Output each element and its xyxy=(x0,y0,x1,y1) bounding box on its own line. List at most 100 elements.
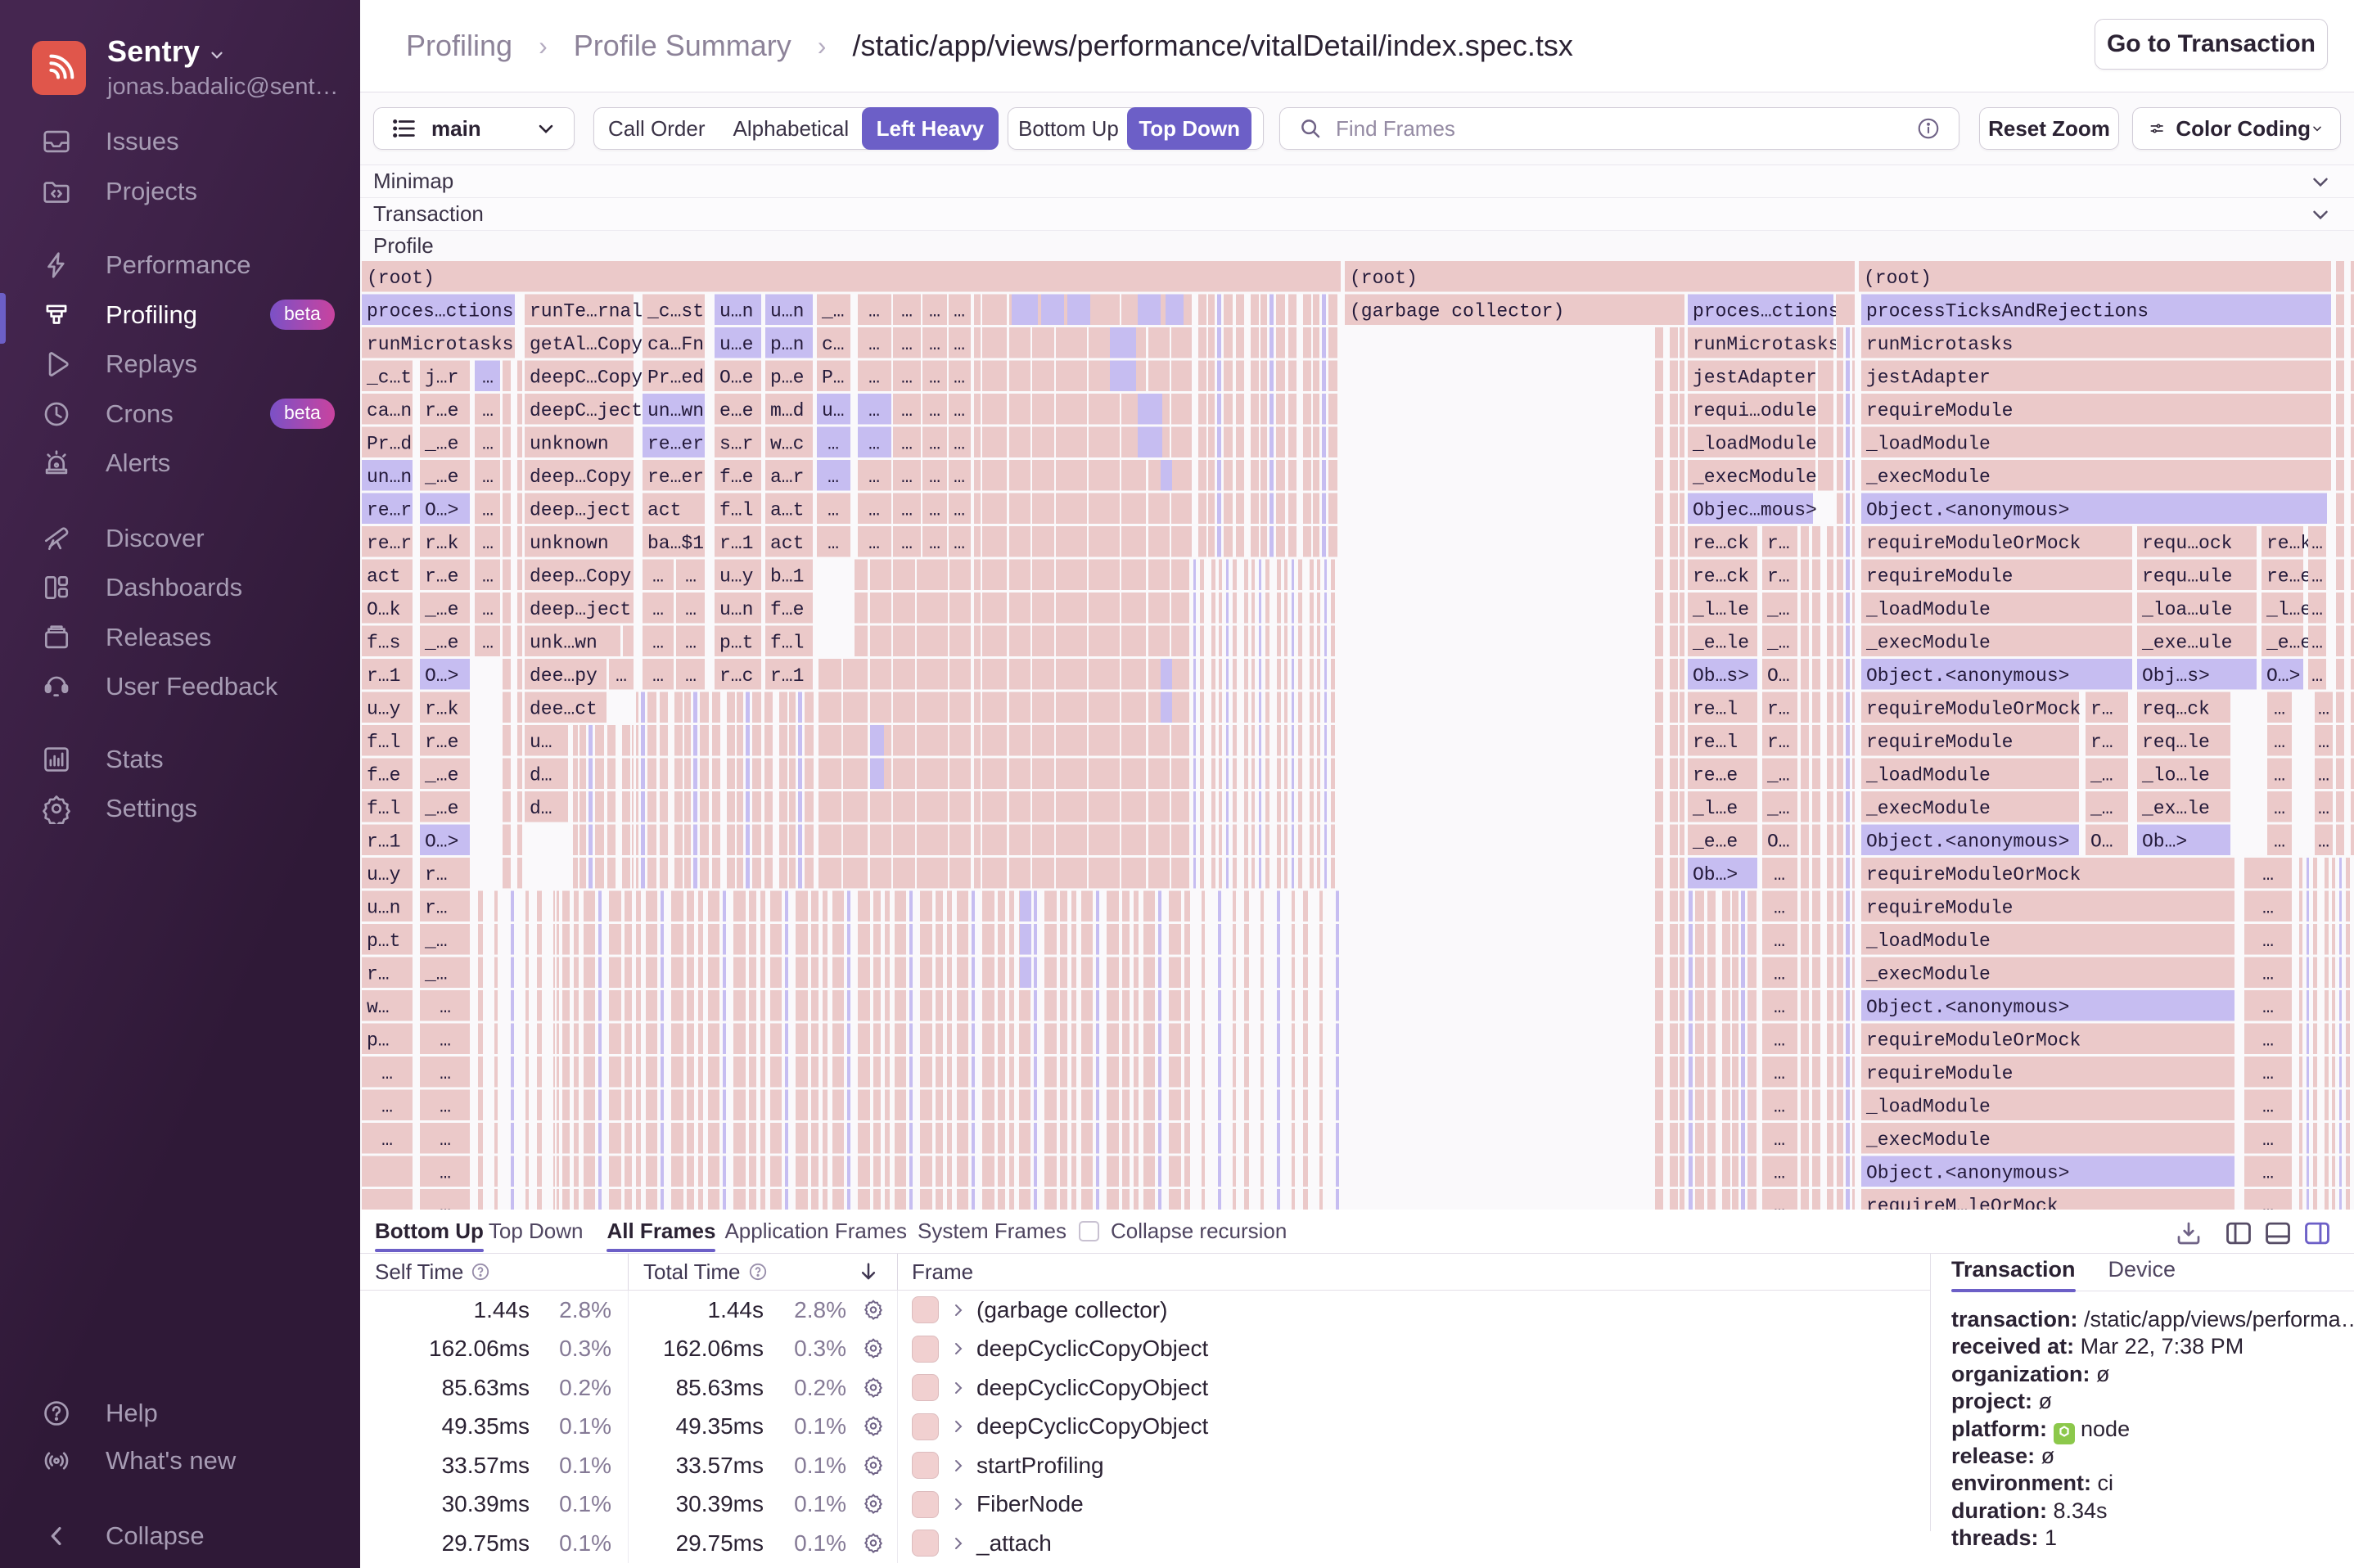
svg-text:re…ck: re…ck xyxy=(1693,533,1749,554)
svg-text:…: … xyxy=(954,334,965,355)
svg-text:_…e: _…e xyxy=(424,633,458,654)
svg-text:…: … xyxy=(2262,964,2274,985)
svg-text:deepC…Copy: deepC…Copy xyxy=(530,367,643,389)
svg-text:…: … xyxy=(1774,997,1785,1018)
svg-text:requireModule: requireModule xyxy=(1866,898,2013,919)
svg-text:re…r: re…r xyxy=(367,500,412,521)
svg-text:u…n: u…n xyxy=(719,301,753,322)
svg-text:…: … xyxy=(685,599,697,620)
svg-text:r…1: r…1 xyxy=(770,665,804,687)
svg-text:O…e: O…e xyxy=(719,367,753,389)
svg-text:(root): (root) xyxy=(1864,268,1932,289)
svg-text:…: … xyxy=(1774,864,1785,885)
svg-text:…: … xyxy=(954,301,965,322)
svg-text:…: … xyxy=(2318,732,2329,753)
svg-text:…: … xyxy=(2311,566,2323,588)
svg-text:ba…$1: ba…$1 xyxy=(647,533,704,554)
svg-text:…: … xyxy=(929,434,940,455)
svg-text:Objec…mous>: Objec…mous> xyxy=(1693,500,1817,521)
svg-text:ca…Fn: ca…Fn xyxy=(647,334,704,355)
svg-text:_…: _… xyxy=(424,964,448,985)
svg-text:r…c: r…c xyxy=(719,665,753,687)
svg-text:…: … xyxy=(868,400,880,421)
svg-text:_execModule: _execModule xyxy=(1865,466,1991,488)
svg-text:…: … xyxy=(1774,930,1785,952)
svg-text:_…: _… xyxy=(2090,765,2113,786)
svg-text:j…r: j…r xyxy=(425,367,458,389)
svg-text:_loadModule: _loadModule xyxy=(1865,434,1991,455)
svg-text:jestAdapter: jestAdapter xyxy=(1866,367,1991,389)
svg-text:…: … xyxy=(828,466,839,488)
svg-text:re…r: re…r xyxy=(367,533,412,554)
svg-text:_…: _… xyxy=(424,930,448,952)
svg-text:…: … xyxy=(868,301,880,322)
svg-text:runMicrotasks: runMicrotasks xyxy=(1693,334,1839,355)
svg-text:…: … xyxy=(685,633,697,654)
svg-text:Object.<anonymous>: Object.<anonymous> xyxy=(1866,665,2069,687)
svg-text:…: … xyxy=(482,633,494,654)
svg-text:…: … xyxy=(440,1030,451,1052)
svg-text:…: … xyxy=(929,334,940,355)
svg-text:r…k: r…k xyxy=(425,699,458,720)
svg-text:r…: r… xyxy=(425,898,448,919)
svg-text:deep…ject: deep…ject xyxy=(530,500,631,521)
svg-text:_loadModule: _loadModule xyxy=(1865,599,1991,620)
svg-text:requireM…leOrMock: requireM…leOrMock xyxy=(1866,1196,2059,1210)
svg-text:…: … xyxy=(901,500,913,521)
svg-text:d…: d… xyxy=(530,765,552,786)
svg-text:_…: _… xyxy=(2090,798,2113,819)
svg-text:requireModule: requireModule xyxy=(1866,400,2013,421)
svg-text:requireModuleOrMock: requireModuleOrMock xyxy=(1866,1030,2081,1052)
svg-text:…: … xyxy=(482,566,494,588)
svg-text:…: … xyxy=(954,500,965,521)
svg-text:f…e: f…e xyxy=(367,765,400,786)
svg-text:…: … xyxy=(901,334,913,355)
svg-text:r…e: r…e xyxy=(425,732,458,753)
svg-text:…: … xyxy=(2262,1063,2274,1084)
svg-text:…: … xyxy=(2262,1030,2274,1052)
svg-text:requ…ule: requ…ule xyxy=(2142,566,2232,588)
svg-text:…: … xyxy=(2262,1196,2274,1210)
svg-text:_…: _… xyxy=(1766,765,1790,786)
svg-text:…: … xyxy=(440,997,451,1018)
svg-text:…: … xyxy=(954,466,965,488)
svg-text:Ob…>: Ob…> xyxy=(2142,831,2187,853)
svg-text:…: … xyxy=(954,533,965,554)
svg-text:p…: p… xyxy=(367,1030,390,1052)
svg-text:…: … xyxy=(440,1129,451,1151)
svg-text:u…y: u…y xyxy=(367,864,401,885)
svg-text:…: … xyxy=(652,599,664,620)
svg-text:Pr…d: Pr…d xyxy=(367,434,412,455)
svg-text:_loadModule: _loadModule xyxy=(1865,765,1991,786)
svg-text:Object.<anonymous>: Object.<anonymous> xyxy=(1866,1163,2069,1184)
svg-text:act: act xyxy=(367,566,400,588)
svg-text:…: … xyxy=(901,301,913,322)
svg-text:p…n: p…n xyxy=(770,334,804,355)
svg-text:…: … xyxy=(868,434,880,455)
svg-text:d…: d… xyxy=(530,798,552,819)
svg-text:_loa…ule: _loa…ule xyxy=(2141,599,2232,620)
svg-text:Ob…s>: Ob…s> xyxy=(1693,665,1749,687)
svg-text:s…r: s…r xyxy=(719,434,753,455)
svg-text:re…er: re…er xyxy=(647,434,704,455)
svg-text:_loadModule: _loadModule xyxy=(1865,1097,1991,1118)
svg-text:…: … xyxy=(868,500,880,521)
svg-text:…: … xyxy=(1774,1196,1785,1210)
svg-text:u…n: u…n xyxy=(719,599,753,620)
svg-text:processTicksAndRejections: processTicksAndRejections xyxy=(1866,301,2149,322)
svg-text:un…n: un…n xyxy=(367,466,412,488)
svg-text:_l…e: _l…e xyxy=(1692,798,1738,819)
svg-text:_execModule: _execModule xyxy=(1865,1129,1991,1151)
svg-text:_execModule: _execModule xyxy=(1865,633,1991,654)
svg-text:b…1: b…1 xyxy=(770,566,804,588)
svg-text:_l…e: _l…e xyxy=(2266,599,2311,620)
svg-text:r…: r… xyxy=(2090,732,2113,753)
svg-text:…: … xyxy=(929,533,940,554)
svg-text:…: … xyxy=(929,367,940,389)
svg-text:requireModule: requireModule xyxy=(1866,566,2013,588)
svg-text:…: … xyxy=(1774,1063,1785,1084)
svg-text:(root): (root) xyxy=(1350,268,1418,289)
svg-text:runMicrotasks: runMicrotasks xyxy=(367,334,513,355)
svg-text:r…: r… xyxy=(425,864,448,885)
svg-text:a…r: a…r xyxy=(770,466,804,488)
